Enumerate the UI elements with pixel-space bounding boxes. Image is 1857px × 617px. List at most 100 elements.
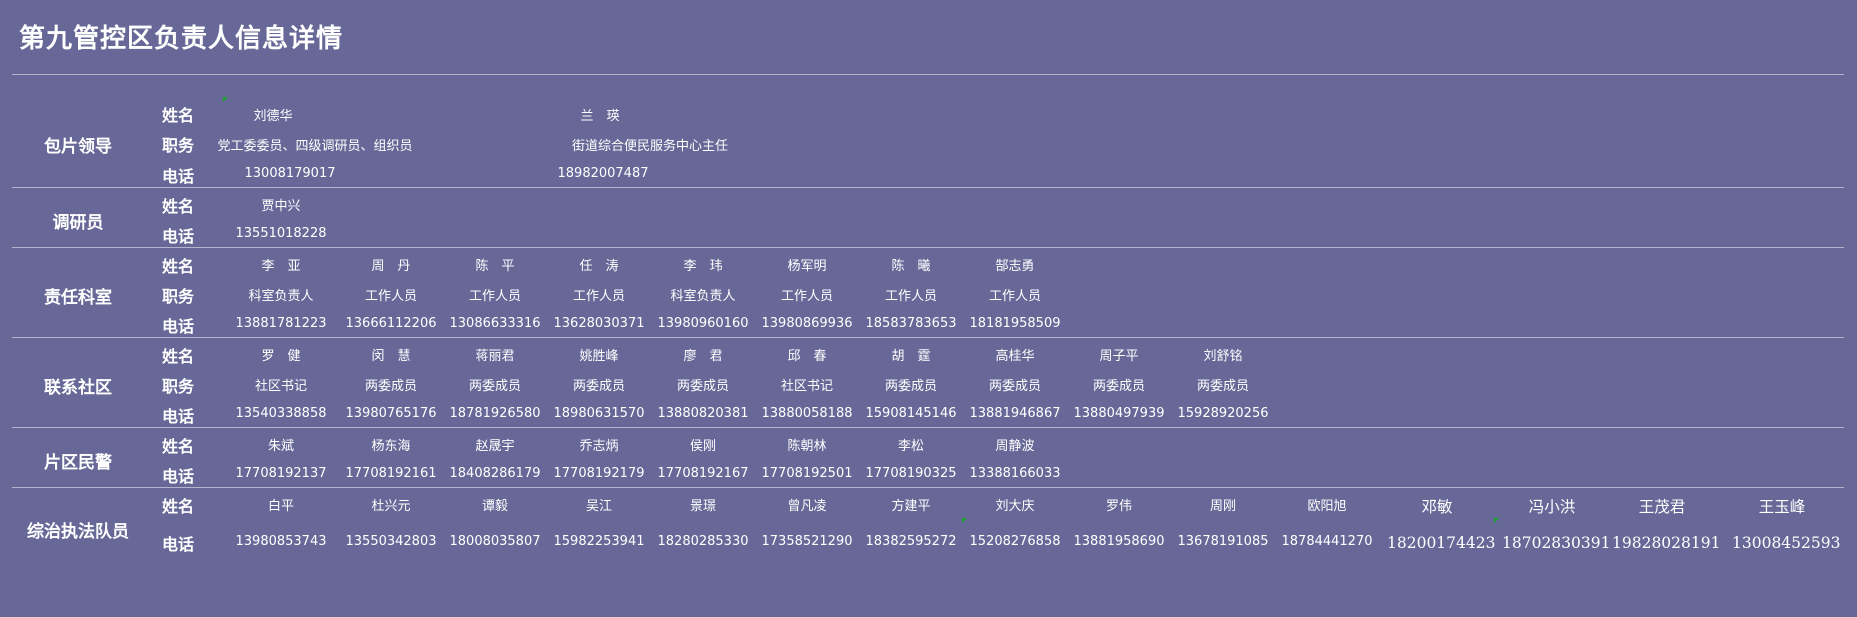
- row-label-name: 姓名: [162, 437, 195, 456]
- office-name: 陈 平: [475, 259, 515, 274]
- police-name: 李松: [897, 439, 924, 454]
- enforcement-name: 周刚: [1209, 499, 1236, 514]
- office-position: 工作人员: [988, 289, 1041, 304]
- community-position: 社区书记: [780, 379, 833, 394]
- row-label-phone: 电话: [162, 167, 195, 186]
- section-title-police: 片区民警: [44, 453, 112, 473]
- enforcement-name: 罗伟: [1105, 499, 1132, 514]
- row-label-position: 职务: [162, 287, 195, 306]
- divider: [12, 247, 1844, 248]
- community-phone: 13881946867: [969, 406, 1061, 421]
- row-label-phone: 电话: [162, 317, 195, 336]
- community-position: 两委成员: [988, 379, 1041, 394]
- police-name: 朱斌: [267, 439, 294, 454]
- police-phone: 17708192501: [761, 466, 853, 481]
- section-title-office: 责任科室: [44, 288, 112, 308]
- enforcement-name: 曾凡凌: [787, 499, 827, 514]
- community-name: 闵 慧: [371, 349, 411, 364]
- community-phone: 13880820381: [657, 406, 749, 421]
- police-name: 乔志炳: [579, 439, 619, 454]
- police-name: 周静波: [995, 439, 1035, 454]
- leader-position: 党工委委员、四级调研员、组织员: [217, 139, 413, 154]
- community-name: 胡 霆: [891, 349, 931, 364]
- office-phone: 13666112206: [345, 316, 437, 331]
- enforcement-phone: 13550342803: [345, 534, 437, 549]
- row-label-name: 姓名: [162, 497, 195, 516]
- row-label-name: 姓名: [162, 197, 195, 216]
- community-phone: 15928920256: [1177, 406, 1269, 421]
- row-label-phone: 电话: [162, 467, 195, 486]
- enforcement-name: 白平: [267, 499, 294, 514]
- enforcement-phone: 17358521290: [761, 534, 853, 549]
- enforcement-phone: 13008452593: [1732, 534, 1841, 552]
- office-position: 工作人员: [364, 289, 417, 304]
- office-name: 任 涛: [579, 259, 619, 274]
- community-phone: 15908145146: [865, 406, 957, 421]
- community-phone: 18980631570: [553, 406, 645, 421]
- community-phone: 13880497939: [1073, 406, 1165, 421]
- enforcement-name: 刘大庆: [995, 499, 1035, 514]
- police-phone: 13388166033: [969, 466, 1061, 481]
- enforcement-name: 谭毅: [481, 499, 508, 514]
- enforcement-name: 吴江: [585, 499, 612, 514]
- row-label-name: 姓名: [162, 257, 195, 276]
- community-name: 周子平: [1099, 349, 1139, 364]
- enforcement-name: 邓敏: [1421, 498, 1453, 516]
- enforcement-phone: 19828028191: [1612, 534, 1721, 552]
- office-phone: 13980869936: [761, 316, 853, 331]
- divider: [12, 74, 1844, 75]
- enforcement-phone: 15208276858: [969, 534, 1061, 549]
- community-name: 蒋丽君: [475, 349, 515, 364]
- office-phone: 13881781223: [235, 316, 327, 331]
- row-label-name: 姓名: [162, 106, 195, 125]
- row-label-phone: 电话: [162, 407, 195, 426]
- page-title: 第九管控区负责人信息详情: [19, 24, 344, 54]
- divider: [12, 337, 1844, 338]
- community-position: 两委成员: [1092, 379, 1145, 394]
- row-label-phone: 电话: [162, 227, 195, 246]
- enforcement-name: 景璟: [689, 499, 716, 514]
- enforcement-phone: 18382595272: [865, 534, 957, 549]
- leader-phone: 18982007487: [557, 166, 649, 181]
- office-phone: 18181958509: [969, 316, 1061, 331]
- researcher-phone: 13551018228: [235, 226, 327, 241]
- divider: [12, 187, 1844, 188]
- community-position: 两委成员: [676, 379, 729, 394]
- office-position: 科室负责人: [248, 289, 314, 304]
- community-position: 两委成员: [884, 379, 937, 394]
- row-label-position: 职务: [162, 377, 195, 396]
- enforcement-phone: 18200174423: [1387, 534, 1496, 552]
- office-position: 工作人员: [884, 289, 937, 304]
- police-name: 杨东海: [371, 439, 411, 454]
- researcher-name: 贾中兴: [261, 199, 301, 214]
- office-phone: 13980960160: [657, 316, 749, 331]
- office-name: 陈 曦: [891, 259, 931, 274]
- enforcement-phone: 13881958690: [1073, 534, 1165, 549]
- community-phone: 18781926580: [449, 406, 541, 421]
- community-name: 刘舒铭: [1203, 349, 1243, 364]
- community-position: 两委成员: [1196, 379, 1249, 394]
- police-phone: 17708192161: [345, 466, 437, 481]
- enforcement-name: 王玉峰: [1758, 498, 1806, 516]
- enforcement-phone: 13980853743: [235, 534, 327, 549]
- community-position: 社区书记: [254, 379, 307, 394]
- community-name: 罗 健: [261, 349, 301, 364]
- community-name: 高桂华: [995, 349, 1035, 364]
- community-name: 廖 君: [683, 349, 723, 364]
- community-phone: 13880058188: [761, 406, 853, 421]
- office-position: 科室负责人: [670, 289, 736, 304]
- police-name: 赵晟宇: [475, 439, 515, 454]
- leader-name: 刘德华: [253, 109, 293, 124]
- row-label-phone: 电话: [162, 535, 195, 554]
- cell-comment-marker: [1494, 518, 1499, 523]
- police-phone: 17708192179: [553, 466, 645, 481]
- office-name: 李 玮: [683, 259, 723, 274]
- enforcement-phone: 18008035807: [449, 534, 541, 549]
- community-phone: 13540338858: [235, 406, 327, 421]
- community-position: 两委成员: [468, 379, 521, 394]
- office-name: 周 丹: [371, 259, 411, 274]
- office-position: 工作人员: [780, 289, 833, 304]
- row-label-name: 姓名: [162, 347, 195, 366]
- enforcement-phone: 18702830391: [1502, 534, 1611, 552]
- section-title-researcher: 调研员: [52, 213, 104, 233]
